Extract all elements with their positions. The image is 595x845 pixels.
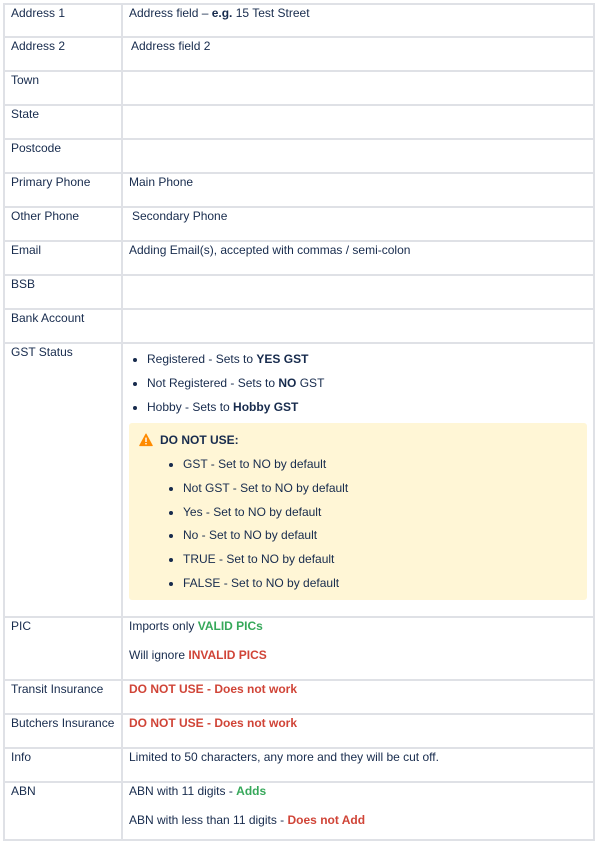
field-mapping-table: Address 1 Address field – e.g. 15 Test S…	[3, 3, 595, 841]
row-label: Info	[3, 747, 123, 783]
abn-not-add-line: ABN with less than 11 digits - Does not …	[129, 813, 366, 827]
list-item: Not Registered - Sets to NO GST	[147, 375, 587, 391]
table-row: Address 2 Address field 2	[3, 36, 595, 72]
row-label: PIC	[3, 616, 123, 681]
warning-title: DO NOT USE:	[160, 433, 239, 447]
row-value: Adding Email(s), accepted with commas / …	[121, 240, 595, 276]
table-row: ABN ABN with 11 digits - Adds ABN with l…	[3, 781, 595, 841]
row-label: Postcode	[3, 138, 123, 174]
pic-valid-line: Imports only VALID PICs	[129, 619, 263, 633]
row-value	[121, 274, 595, 310]
list-item: Yes - Set to NO by default	[183, 504, 577, 520]
row-label: Address 1	[3, 3, 123, 38]
do-not-use-list: GST - Set to NO by default Not GST - Set…	[139, 456, 577, 591]
row-value: ABN with 11 digits - Adds ABN with less …	[121, 781, 595, 841]
warning-header: DO NOT USE:	[139, 432, 577, 448]
row-value: Secondary Phone	[121, 206, 595, 242]
row-label: GST Status	[3, 342, 123, 618]
list-item: Hobby - Sets to Hobby GST	[147, 399, 587, 415]
table-row: PIC Imports only VALID PICs Will ignore …	[3, 616, 595, 681]
table-row: GST Status Registered - Sets to YES GST …	[3, 342, 595, 618]
abn-adds-line: ABN with 11 digits - Adds	[129, 784, 267, 798]
row-value	[121, 308, 595, 344]
table-row: Town	[3, 70, 595, 106]
list-item: FALSE - Set to NO by default	[183, 575, 577, 591]
table-row: Postcode	[3, 138, 595, 174]
row-label: Other Phone	[3, 206, 123, 242]
table-row: Bank Account	[3, 308, 595, 344]
row-label: Email	[3, 240, 123, 276]
list-item: GST - Set to NO by default	[183, 456, 577, 472]
pic-invalid-line: Will ignore INVALID PICS	[129, 648, 267, 662]
row-label: State	[3, 104, 123, 140]
row-label: Primary Phone	[3, 172, 123, 208]
row-label: ABN	[3, 781, 123, 841]
row-label: Town	[3, 70, 123, 106]
table-row: Info Limited to 50 characters, any more …	[3, 747, 595, 783]
row-label: Transit Insurance	[3, 679, 123, 715]
row-value: DO NOT USE - Does not work	[121, 679, 595, 715]
row-label: Address 2	[3, 36, 123, 72]
list-item: No - Set to NO by default	[183, 527, 577, 543]
row-value: Registered - Sets to YES GST Not Registe…	[121, 342, 595, 618]
list-item: Not GST - Set to NO by default	[183, 480, 577, 496]
row-value: DO NOT USE - Does not work	[121, 713, 595, 749]
row-label: Bank Account	[3, 308, 123, 344]
table-row: Butchers Insurance DO NOT USE - Does not…	[3, 713, 595, 749]
gst-options-list: Registered - Sets to YES GST Not Registe…	[129, 351, 587, 415]
row-value: Imports only VALID PICs Will ignore INVA…	[121, 616, 595, 681]
row-label: Butchers Insurance	[3, 713, 123, 749]
table-row: State	[3, 104, 595, 140]
row-value	[121, 70, 595, 106]
row-label: BSB	[3, 274, 123, 310]
table-row: Email Adding Email(s), accepted with com…	[3, 240, 595, 276]
warning-icon	[139, 433, 153, 447]
row-value: Address field 2	[121, 36, 595, 72]
list-item: TRUE - Set to NO by default	[183, 551, 577, 567]
table-row: Other Phone Secondary Phone	[3, 206, 595, 242]
table-row: BSB	[3, 274, 595, 310]
table-row: Transit Insurance DO NOT USE - Does not …	[3, 679, 595, 715]
row-value: Address field – e.g. 15 Test Street	[121, 3, 595, 38]
row-value	[121, 104, 595, 140]
warning-panel: DO NOT USE: GST - Set to NO by default N…	[129, 423, 587, 600]
row-value: Main Phone	[121, 172, 595, 208]
list-item: Registered - Sets to YES GST	[147, 351, 587, 367]
row-value	[121, 138, 595, 174]
row-value: Limited to 50 characters, any more and t…	[121, 747, 595, 783]
table-row: Primary Phone Main Phone	[3, 172, 595, 208]
table-row: Address 1 Address field – e.g. 15 Test S…	[3, 3, 595, 38]
